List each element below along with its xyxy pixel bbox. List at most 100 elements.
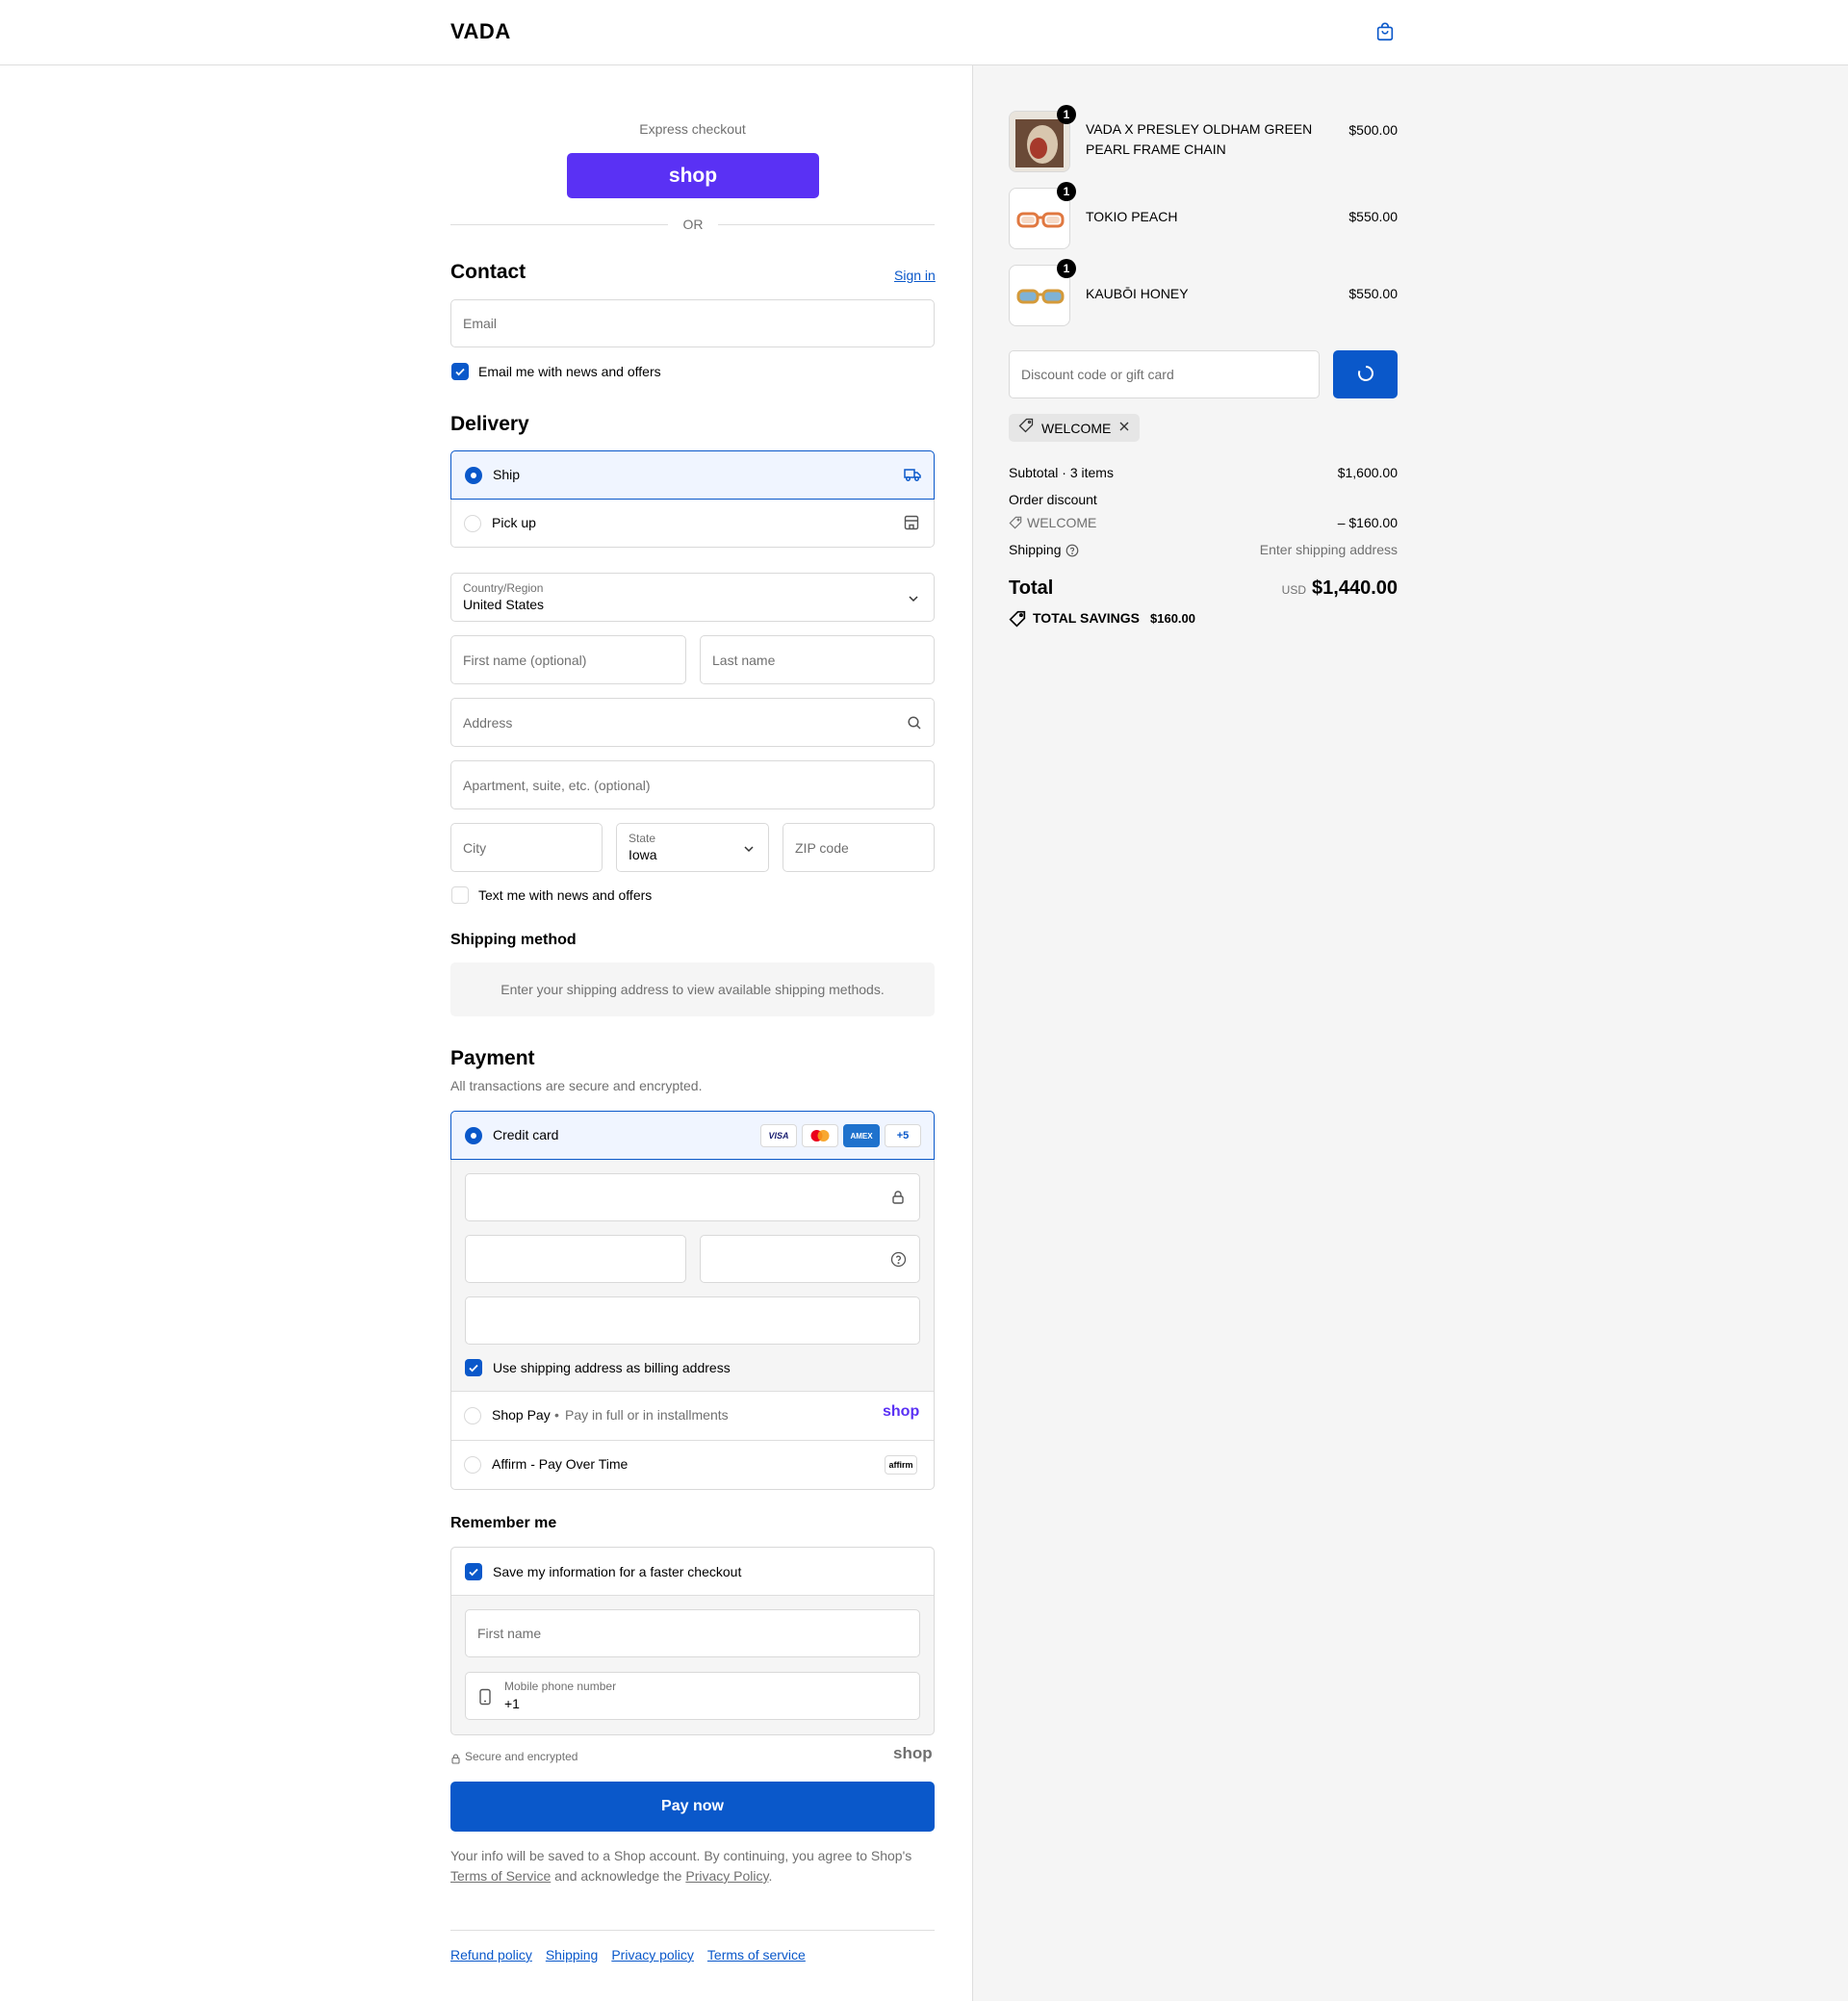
more-cards-badge: +5 xyxy=(885,1124,921,1147)
cart-item-name: TOKIO PEACH xyxy=(1086,209,1178,224)
help-icon[interactable] xyxy=(890,1251,907,1272)
pickup-radio[interactable] xyxy=(464,515,481,532)
divider xyxy=(718,224,935,225)
affirm-option[interactable]: Affirm - Pay Over Time affirm xyxy=(450,1441,935,1490)
small-lock-icon xyxy=(451,1752,460,1769)
save-info-row[interactable]: Save my information for a faster checkou… xyxy=(451,1548,934,1596)
save-info-label: Save my information for a faster checkou… xyxy=(493,1564,742,1579)
tag-icon xyxy=(1009,516,1022,534)
shipping-method-message: Enter your shipping address to view avai… xyxy=(450,962,935,1016)
email-news-checkbox[interactable] xyxy=(451,363,469,380)
state-label: State xyxy=(629,832,656,845)
help-icon[interactable] xyxy=(1065,544,1079,562)
terms-of-service-link[interactable]: Terms of Service xyxy=(450,1868,551,1884)
contact-title: Contact xyxy=(450,261,526,283)
truck-icon xyxy=(903,465,922,489)
save-info-checkbox[interactable] xyxy=(465,1563,482,1580)
close-icon[interactable] xyxy=(1118,420,1130,437)
email-field[interactable]: Email xyxy=(450,299,935,347)
subtotal-value: $1,600.00 xyxy=(1337,465,1398,480)
footer-link-refund-policy[interactable]: Refund policy xyxy=(450,1947,532,1963)
apartment-field[interactable]: Apartment, suite, etc. (optional) xyxy=(450,760,935,809)
mastercard-icon xyxy=(802,1124,838,1147)
shop-pay-radio[interactable] xyxy=(464,1407,481,1424)
or-divider-label: OR xyxy=(682,217,704,232)
ship-option[interactable]: Ship xyxy=(450,450,935,500)
zip-placeholder: ZIP code xyxy=(795,839,849,856)
express-checkout-label: Express checkout xyxy=(639,121,746,137)
shopping-bag-icon[interactable] xyxy=(1374,21,1398,44)
store-logo[interactable]: VADA xyxy=(450,19,511,44)
ship-label: Ship xyxy=(493,467,521,482)
last-name-placeholder: Last name xyxy=(712,652,776,668)
footer-link-terms-of-service[interactable]: Terms of service xyxy=(707,1947,806,1963)
shop-logo: shop xyxy=(893,1744,933,1762)
pickup-label: Pick up xyxy=(492,515,536,530)
payment-title: Payment xyxy=(450,1047,535,1069)
cart-item-price: $550.00 xyxy=(1348,209,1398,224)
lock-icon xyxy=(890,1190,906,1210)
city-placeholder: City xyxy=(463,839,487,856)
sign-in-link[interactable]: Sign in xyxy=(894,268,936,283)
zip-field[interactable]: ZIP code xyxy=(783,823,935,872)
shop-pay-express-button[interactable]: shop xyxy=(567,153,819,198)
credit-card-radio[interactable] xyxy=(465,1127,482,1144)
remember-first-name-field[interactable]: First name xyxy=(465,1609,920,1657)
shipping-value: Enter shipping address xyxy=(1259,542,1398,557)
email-news-label: Email me with news and offers xyxy=(478,364,661,379)
discount-code: WELCOME xyxy=(1027,515,1097,530)
country-select[interactable]: Country/Region United States xyxy=(450,573,935,622)
delivery-title: Delivery xyxy=(450,413,529,435)
last-name-field[interactable]: Last name xyxy=(700,635,935,684)
total-savings-value: $160.00 xyxy=(1150,611,1195,626)
remember-first-name-placeholder: First name xyxy=(477,1626,542,1641)
secure-label: Secure and encrypted xyxy=(465,1750,578,1763)
quantity-badge: 1 xyxy=(1057,259,1076,278)
amex-icon: AMEX xyxy=(843,1124,880,1147)
loading-spinner-icon xyxy=(1356,365,1375,386)
security-code-field[interactable] xyxy=(700,1235,920,1283)
phone-value: +1 xyxy=(504,1696,520,1711)
divider xyxy=(450,224,668,225)
currency-code: USD xyxy=(1281,583,1307,597)
shop-pay-option[interactable]: Shop Pay • Pay in full or in installment… xyxy=(450,1392,935,1440)
tag-icon xyxy=(1009,610,1026,632)
phone-label: Mobile phone number xyxy=(504,1680,617,1693)
expiration-field[interactable] xyxy=(465,1235,686,1283)
billing-address-checkbox[interactable] xyxy=(465,1359,482,1376)
affirm-radio[interactable] xyxy=(464,1456,481,1474)
ship-radio[interactable] xyxy=(465,467,482,484)
apply-discount-button[interactable] xyxy=(1333,350,1398,398)
footer-link-shipping[interactable]: Shipping xyxy=(546,1947,599,1963)
card-number-field[interactable] xyxy=(465,1173,920,1221)
city-field[interactable]: City xyxy=(450,823,603,872)
pickup-option[interactable]: Pick up xyxy=(450,500,935,548)
cart-item-price: $500.00 xyxy=(1348,122,1398,138)
remember-me-title: Remember me xyxy=(450,1515,557,1531)
store-icon xyxy=(903,514,920,536)
chevron-down-icon xyxy=(743,842,755,859)
credit-card-option[interactable]: Credit card VISA AMEX +5 xyxy=(450,1111,935,1160)
discount-code-field[interactable]: Discount code or gift card xyxy=(1009,350,1320,398)
pay-now-button[interactable]: Pay now xyxy=(450,1782,935,1832)
text-news-label: Text me with news and offers xyxy=(478,887,653,903)
cart-item-name: KAUBŌI HONEY xyxy=(1086,286,1189,301)
state-select[interactable]: State Iowa xyxy=(616,823,769,872)
legal-text-end: . xyxy=(768,1868,773,1884)
payment-subtitle: All transactions are secure and encrypte… xyxy=(450,1078,703,1093)
shop-pay-logo: shop xyxy=(668,164,718,187)
cart-item-price: $550.00 xyxy=(1348,286,1398,301)
name-on-card-field[interactable] xyxy=(465,1296,920,1345)
mobile-phone-field[interactable]: Mobile phone number +1 xyxy=(465,1672,920,1720)
shipping-method-title: Shipping method xyxy=(450,932,577,948)
country-value: United States xyxy=(463,597,545,612)
footer-link-privacy-policy[interactable]: Privacy policy xyxy=(611,1947,694,1963)
subtotal-label: Subtotal · 3 items xyxy=(1009,465,1114,480)
address-field[interactable]: Address xyxy=(450,698,935,747)
bullet-separator: • xyxy=(554,1407,559,1423)
tag-icon xyxy=(1018,418,1034,438)
privacy-policy-link[interactable]: Privacy Policy xyxy=(685,1868,768,1884)
phone-icon xyxy=(478,1688,492,1710)
first-name-field[interactable]: First name (optional) xyxy=(450,635,686,684)
text-news-checkbox[interactable] xyxy=(451,886,469,904)
